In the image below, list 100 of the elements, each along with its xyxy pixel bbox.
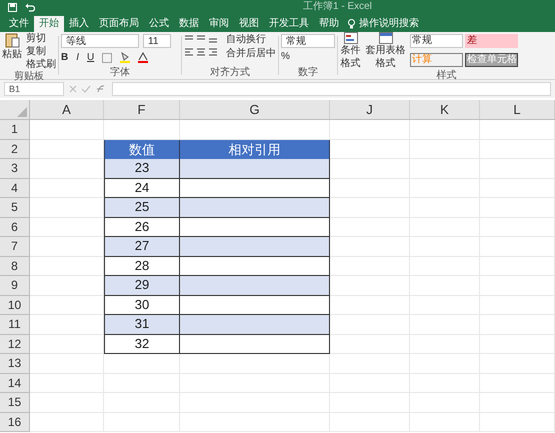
font-name-field[interactable]: 等线 xyxy=(61,34,139,48)
sheet-cell[interactable] xyxy=(330,315,410,334)
ribbon-tab[interactable]: 插入 xyxy=(64,16,94,32)
ribbon-tab[interactable]: 开始 xyxy=(34,16,64,32)
paste-button[interactable]: 粘贴 xyxy=(2,32,22,71)
undo-icon[interactable] xyxy=(25,2,35,12)
table-format-button[interactable]: 套用表格格式 xyxy=(365,32,406,70)
table-cell: 25 xyxy=(104,198,180,218)
table-cell: 28 xyxy=(104,256,180,276)
font-size-field[interactable]: 11 xyxy=(143,34,171,48)
formula-field[interactable] xyxy=(112,82,551,96)
wrap-text-button[interactable]: 自动换行 xyxy=(226,33,276,46)
format-painter-button[interactable]: 格式刷 xyxy=(26,58,56,71)
sheet-cell[interactable] xyxy=(30,412,104,432)
underline-button[interactable]: U xyxy=(87,51,94,64)
tell-me-field[interactable]: 操作说明搜索 xyxy=(344,16,423,32)
ribbon-tab[interactable]: 帮助 xyxy=(314,16,344,32)
sheet-cell[interactable] xyxy=(410,120,480,140)
lightbulb-icon xyxy=(348,19,355,29)
sheet-cell[interactable] xyxy=(30,354,104,374)
row-header[interactable]: 8 xyxy=(0,256,30,276)
sheet-cell[interactable] xyxy=(330,140,410,159)
bold-button[interactable]: B xyxy=(61,51,68,64)
name-box[interactable]: B1 xyxy=(4,82,64,96)
row-header[interactable]: 11 xyxy=(0,315,30,334)
group-label: 字体 xyxy=(109,67,131,79)
sheet-cell[interactable] xyxy=(330,159,410,178)
sheet-cell[interactable] xyxy=(480,120,555,140)
percent-button[interactable]: % xyxy=(281,50,335,63)
sheet-cell[interactable] xyxy=(180,354,330,374)
sheet-cell[interactable] xyxy=(330,237,410,256)
ribbon-tab[interactable]: 公式 xyxy=(144,16,174,32)
row-header[interactable]: 6 xyxy=(0,218,30,237)
cell-style[interactable]: 差 xyxy=(465,34,518,48)
group-label: 剪贴板 xyxy=(13,71,45,83)
row-header[interactable]: 15 xyxy=(0,393,30,412)
row-header[interactable]: 9 xyxy=(0,276,30,296)
cut-button[interactable]: 剪切 xyxy=(26,32,56,45)
row-header[interactable]: 16 xyxy=(0,412,30,432)
table-cell: 30 xyxy=(104,296,180,315)
sheet-cell[interactable] xyxy=(330,218,410,237)
font-color-icon[interactable] xyxy=(138,52,148,63)
cell-style[interactable]: 常规 xyxy=(410,34,463,48)
sheet-cell[interactable] xyxy=(330,354,410,374)
group-label: 样式 xyxy=(436,70,458,82)
italic-button[interactable]: I xyxy=(76,51,80,64)
merge-center-button[interactable]: 合并后居中 xyxy=(226,47,276,60)
column-header[interactable]: F xyxy=(104,100,180,119)
row-header[interactable]: 3 xyxy=(0,159,30,178)
copy-button[interactable]: 复制 xyxy=(26,45,56,58)
column-header[interactable]: A xyxy=(30,100,104,119)
table-cell: 26 xyxy=(104,218,180,237)
table-cell: 23 xyxy=(104,159,180,178)
align-top-icon[interactable] xyxy=(184,34,218,44)
table-cell: 32 xyxy=(104,334,180,354)
row-header[interactable]: 4 xyxy=(0,178,30,198)
sheet-cell[interactable] xyxy=(330,120,410,140)
group-label: 对齐方式 xyxy=(209,67,251,79)
column-header[interactable]: J xyxy=(330,100,410,119)
group-label: 数字 xyxy=(297,67,319,79)
column-header[interactable]: K xyxy=(410,100,480,119)
borders-icon[interactable] xyxy=(102,52,112,62)
sheet-cell[interactable] xyxy=(330,276,410,296)
table-cell: 27 xyxy=(104,237,180,256)
ribbon-tab[interactable]: 视图 xyxy=(234,16,264,32)
sheet-cell[interactable] xyxy=(330,296,410,315)
header-cell: 相对引用 xyxy=(180,140,330,159)
sheet-cell[interactable] xyxy=(104,354,180,374)
column-header[interactable]: L xyxy=(480,100,555,119)
row-header[interactable]: 2 xyxy=(0,140,30,159)
table-cell: 24 xyxy=(104,178,180,198)
sheet-cell[interactable] xyxy=(30,120,104,140)
number-format-field[interactable]: 常规 xyxy=(281,34,335,48)
save-icon[interactable] xyxy=(8,2,17,12)
ribbon-tab[interactable]: 数据 xyxy=(174,16,204,32)
row-header[interactable]: 7 xyxy=(0,237,30,256)
sheet-cell[interactable] xyxy=(330,198,410,218)
sheet-cell[interactable] xyxy=(30,393,104,412)
row-header[interactable]: 13 xyxy=(0,354,30,374)
align-left-icon[interactable] xyxy=(184,47,218,57)
row-header[interactable]: 14 xyxy=(0,374,30,393)
sheet-cell[interactable] xyxy=(30,374,104,393)
ribbon-tab[interactable]: 审阅 xyxy=(204,16,234,32)
row-header[interactable]: 5 xyxy=(0,198,30,218)
sheet-cell[interactable] xyxy=(330,256,410,276)
fill-color-icon[interactable] xyxy=(120,52,130,63)
select-all-icon[interactable] xyxy=(17,107,27,117)
table-cell: 29 xyxy=(104,276,180,296)
ribbon-tab[interactable]: 页面布局 xyxy=(94,16,144,32)
header-cell: 数值 xyxy=(104,140,180,159)
column-header[interactable]: G xyxy=(180,100,330,119)
sheet-cell[interactable] xyxy=(330,178,410,198)
table-cell: 31 xyxy=(104,315,180,334)
row-header[interactable]: 10 xyxy=(0,296,30,315)
ribbon-tab[interactable]: 开发工具 xyxy=(264,16,314,32)
sheet-cell[interactable] xyxy=(330,334,410,354)
conditional-format-button[interactable]: 条件格式 xyxy=(340,32,361,70)
row-header[interactable]: 12 xyxy=(0,334,30,354)
row-header[interactable]: 1 xyxy=(0,120,30,140)
ribbon-tab[interactable]: 文件 xyxy=(4,16,34,32)
